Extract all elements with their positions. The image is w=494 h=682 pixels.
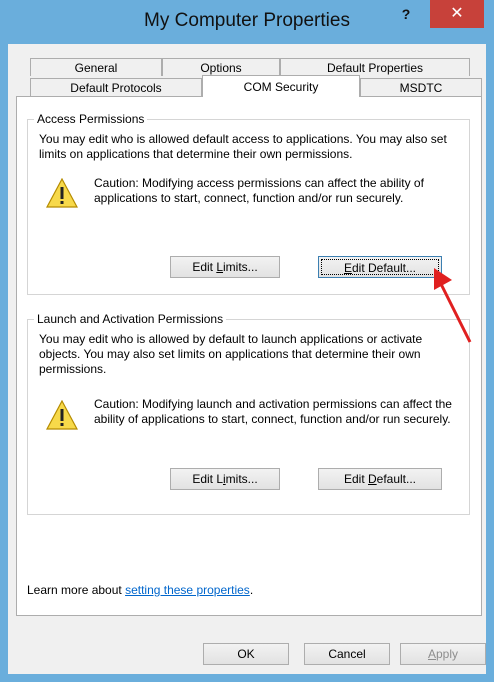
com-security-panel: Access Permissions You may edit who is a… (16, 96, 482, 616)
ok-button[interactable]: OK (203, 643, 289, 665)
annotation-arrow-icon (434, 268, 472, 343)
tab-options[interactable]: Options (162, 58, 280, 76)
launch-activation-label: Launch and Activation Permissions (34, 312, 227, 326)
access-edit-limits-button[interactable]: Edit Limits... (170, 256, 280, 278)
access-permissions-label: Access Permissions (34, 112, 148, 126)
tab-default-properties[interactable]: Default Properties (280, 58, 470, 76)
launch-activation-group: Launch and Activation Permissions You ma… (27, 312, 470, 515)
setting-these-properties-link[interactable]: setting these properties (125, 583, 250, 597)
tab-default-protocols[interactable]: Default Protocols (30, 78, 202, 96)
access-permissions-group: Access Permissions You may edit who is a… (27, 112, 470, 295)
warning-icon (46, 400, 78, 430)
title-bar[interactable]: My Computer Properties ? ✕ (0, 0, 494, 44)
apply-button[interactable]: Apply (400, 643, 486, 665)
launch-description: You may edit who is allowed by default t… (39, 332, 423, 376)
help-button[interactable]: ? (392, 3, 420, 25)
warning-icon (46, 178, 78, 208)
tab-msdtc[interactable]: MSDTC (360, 78, 482, 96)
access-description: You may edit who is allowed default acce… (39, 132, 447, 161)
launch-edit-limits-button[interactable]: Edit Limits... (170, 468, 280, 490)
close-button[interactable]: ✕ (430, 0, 484, 28)
tab-com-security[interactable]: COM Security (202, 75, 360, 97)
access-caution-text: Caution: Modifying access permissions ca… (94, 176, 424, 205)
cancel-button[interactable]: Cancel (304, 643, 390, 665)
tab-general[interactable]: General (30, 58, 162, 76)
launch-caution-text: Caution: Modifying launch and activation… (94, 397, 452, 426)
launch-edit-default-button[interactable]: Edit Default... (318, 468, 442, 490)
learn-more-text: Learn more about setting these propertie… (27, 583, 254, 597)
